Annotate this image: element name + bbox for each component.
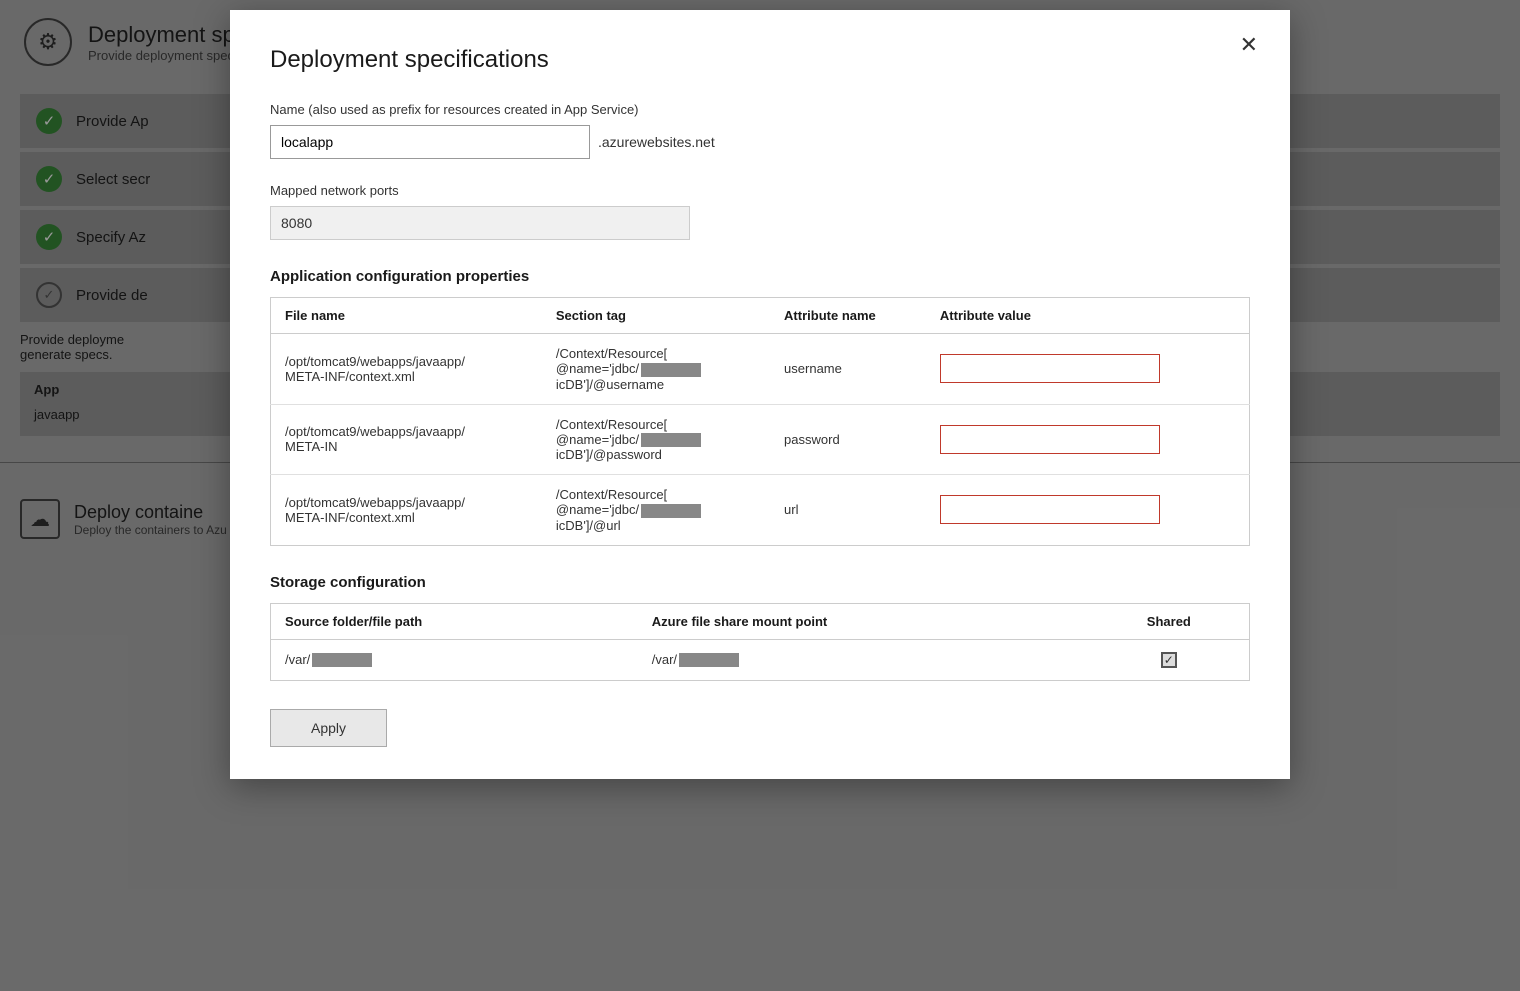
mount-path-redacted — [679, 653, 739, 667]
config-row-3: /opt/tomcat9/webapps/javaapp/META-INF/co… — [271, 475, 1250, 546]
config-row-2-filename: /opt/tomcat9/webapps/javaapp/META-IN — [271, 404, 542, 475]
config-row-1: /opt/tomcat9/webapps/javaapp/META-INF/co… — [271, 334, 1250, 405]
config-row-3-section-tag: /Context/Resource[ @name='jdbc/ icDB']/@… — [542, 475, 770, 546]
config-row-1-attr-name: username — [770, 334, 926, 405]
ports-field-label: Mapped network ports — [270, 183, 1250, 198]
col-header-attr-value: Attribute value — [926, 298, 1250, 334]
config-properties-table: File name Section tag Attribute name Att… — [270, 297, 1250, 546]
config-row-3-attr-value-cell — [926, 475, 1250, 546]
redacted-1 — [641, 363, 701, 377]
config-row-3-attr-name: url — [770, 475, 926, 546]
col-header-shared: Shared — [1089, 603, 1250, 639]
shared-checkbox[interactable]: ✓ — [1161, 652, 1177, 668]
apply-button[interactable]: Apply — [270, 709, 387, 747]
close-button[interactable]: ✕ — [1232, 28, 1266, 62]
config-row-1-attr-value-cell — [926, 334, 1250, 405]
modal-title: Deployment specifications — [270, 46, 1250, 74]
attr-value-input-username[interactable] — [940, 354, 1160, 383]
storage-row-1: /var/ /var/ ✓ — [271, 639, 1250, 680]
col-header-section-tag: Section tag — [542, 298, 770, 334]
config-row-3-filename: /opt/tomcat9/webapps/javaapp/META-INF/co… — [271, 475, 542, 546]
storage-section-title: Storage configuration — [270, 574, 1250, 591]
config-row-1-filename: /opt/tomcat9/webapps/javaapp/META-INF/co… — [271, 334, 542, 405]
attr-value-input-password[interactable] — [940, 425, 1160, 454]
config-row-2: /opt/tomcat9/webapps/javaapp/META-IN /Co… — [271, 404, 1250, 475]
config-row-2-attr-value-cell — [926, 404, 1250, 475]
attr-value-input-url[interactable] — [940, 495, 1160, 524]
col-header-filename: File name — [271, 298, 542, 334]
name-row: .azurewebsites.net — [270, 125, 1250, 159]
ports-input[interactable] — [270, 206, 690, 240]
name-field-label: Name (also used as prefix for resources … — [270, 102, 1250, 117]
modal-overlay: Deployment specifications ✕ Name (also u… — [0, 0, 1520, 991]
storage-row-1-mount: /var/ — [638, 639, 1089, 680]
config-row-2-section-tag: /Context/Resource[ @name='jdbc/ icDB']/@… — [542, 404, 770, 475]
col-header-source-path: Source folder/file path — [271, 603, 638, 639]
config-row-2-attr-name: password — [770, 404, 926, 475]
source-path-redacted — [312, 653, 372, 667]
col-header-mount-point: Azure file share mount point — [638, 603, 1089, 639]
storage-row-1-shared: ✓ — [1089, 639, 1250, 680]
redacted-3 — [641, 504, 701, 518]
storage-config-table: Source folder/file path Azure file share… — [270, 603, 1250, 681]
redacted-2 — [641, 433, 701, 447]
name-suffix: .azurewebsites.net — [590, 134, 715, 150]
config-section-title: Application configuration properties — [270, 268, 1250, 285]
modal-dialog: Deployment specifications ✕ Name (also u… — [230, 10, 1290, 779]
config-row-1-section-tag: /Context/Resource[ @name='jdbc/ icDB']/@… — [542, 334, 770, 405]
storage-row-1-source: /var/ — [271, 639, 638, 680]
col-header-attr-name: Attribute name — [770, 298, 926, 334]
name-input[interactable] — [270, 125, 590, 159]
